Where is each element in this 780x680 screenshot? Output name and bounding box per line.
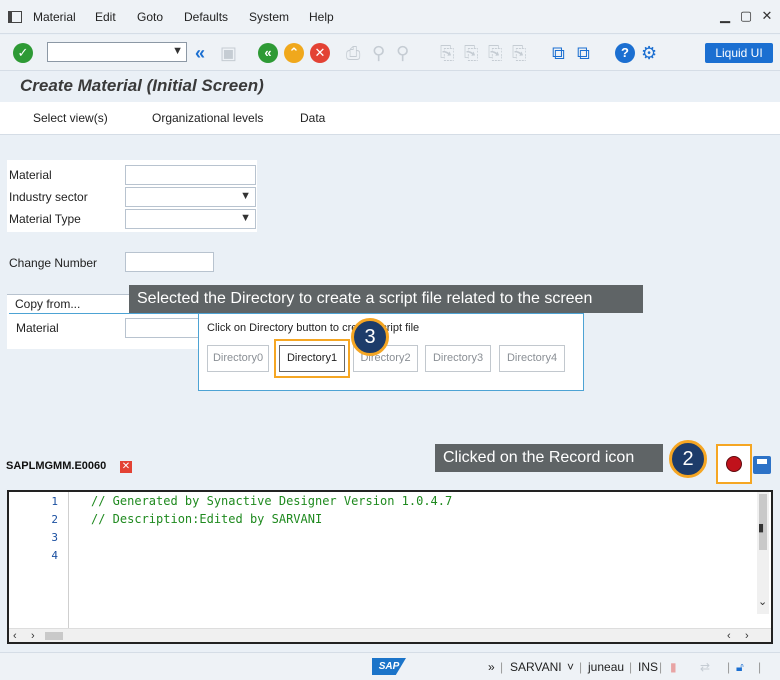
chevron-down-icon: ▼ bbox=[172, 45, 183, 57]
line-number: 1 bbox=[51, 495, 58, 508]
copy-material-input[interactable] bbox=[125, 318, 200, 338]
organizational-levels-button[interactable]: Organizational levels bbox=[152, 111, 263, 125]
material-type-label: Material Type bbox=[9, 212, 81, 226]
material-label: Material bbox=[9, 168, 52, 182]
page-title: Create Material (Initial Screen) bbox=[20, 76, 264, 95]
chevron-right-icon[interactable]: › bbox=[745, 630, 749, 642]
sap-logo: SAP bbox=[372, 658, 406, 675]
previous-page-icon: ⎘ bbox=[464, 43, 479, 63]
data-button[interactable]: Data bbox=[300, 111, 325, 125]
chevron-right-icon[interactable]: › bbox=[31, 630, 35, 642]
unlock-icon[interactable]: 🔓︎ bbox=[736, 660, 744, 675]
chevron-double-right-icon[interactable]: » bbox=[488, 660, 495, 674]
directory4-button[interactable]: Directory4 bbox=[499, 345, 565, 372]
scroll-handle-icon: ▮ bbox=[758, 522, 765, 534]
settings-icon[interactable]: ⚙ bbox=[641, 42, 657, 64]
change-number-label: Change Number bbox=[9, 256, 98, 270]
status-mode: INS bbox=[638, 660, 659, 674]
vertical-scrollbar[interactable]: ▮ ⌄ bbox=[757, 492, 769, 614]
menu-edit[interactable]: Edit bbox=[95, 10, 116, 24]
script-file-tab[interactable]: SAPLMGMM.E0060 bbox=[6, 460, 106, 472]
menu-defaults[interactable]: Defaults bbox=[184, 10, 228, 24]
application-toolbar: Select view(s) Organizational levels Dat… bbox=[0, 102, 780, 135]
directory3-button[interactable]: Directory3 bbox=[425, 345, 491, 372]
chevron-down-icon: ▼ bbox=[240, 190, 251, 202]
directory-popup: Click on Directory button to create scri… bbox=[198, 313, 584, 391]
chevron-left-icon[interactable]: ‹ bbox=[727, 630, 731, 642]
new-session-icon[interactable]: ⧉ bbox=[552, 42, 565, 64]
chevron-left-icon[interactable]: ‹ bbox=[13, 630, 17, 642]
menu-system[interactable]: System bbox=[249, 10, 289, 24]
script-tab-bar: SAPLMGMM.E0060 ✕ bbox=[0, 454, 780, 484]
code-line[interactable]: // Description:Edited by SARVANI bbox=[91, 512, 322, 526]
find-icon: ⚲ bbox=[372, 43, 386, 63]
status-divider: | bbox=[727, 660, 731, 674]
directory0-button[interactable]: Directory0 bbox=[207, 345, 269, 372]
line-number: 3 bbox=[51, 531, 58, 544]
back-icon[interactable]: « bbox=[258, 43, 278, 63]
system-message-icon: ▮ bbox=[670, 660, 677, 674]
status-divider: | bbox=[758, 660, 762, 674]
status-bar: SAP » | SARVANI ˅ | juneau | INS | ▮ ⇄ |… bbox=[0, 652, 780, 680]
menu-material[interactable]: Material bbox=[33, 10, 76, 24]
directory-annotation: Selected the Directory to create a scrip… bbox=[129, 285, 643, 313]
industry-sector-select[interactable]: ▼ bbox=[125, 187, 256, 207]
back-double-icon[interactable]: « bbox=[195, 42, 205, 64]
line-number: 4 bbox=[51, 549, 58, 562]
shortcut-icon[interactable]: ⧉ bbox=[577, 42, 590, 64]
record-annotation: Clicked on the Record icon bbox=[435, 444, 663, 472]
close-window-icon[interactable]: ✕ bbox=[760, 9, 774, 23]
command-field[interactable]: ▼ bbox=[47, 42, 187, 62]
select-views-button[interactable]: Select view(s) bbox=[33, 111, 108, 125]
app-menu-icon[interactable] bbox=[8, 11, 22, 23]
copy-material-label: Material bbox=[16, 321, 59, 335]
copy-from-label: Copy from... bbox=[15, 297, 81, 311]
chevron-down-icon[interactable]: ˅ bbox=[567, 660, 574, 674]
script-editor[interactable]: 1 2 3 4 // Generated by Synactive Design… bbox=[7, 490, 773, 644]
standard-toolbar: ✓ ▼ « ▣ « ⌃ ✕ ⎙ ⚲ ⚲ ⎘ ⎘ ⎘ ⎘ ⧉ ⧉ ? ⚙ Liqu… bbox=[0, 35, 780, 71]
find-next-icon: ⚲ bbox=[396, 43, 410, 63]
status-divider: | bbox=[659, 660, 663, 674]
minimize-icon[interactable]: ▁ bbox=[718, 9, 732, 23]
liquid-ui-button[interactable]: Liquid UI bbox=[705, 43, 773, 63]
step-3-badge: 3 bbox=[351, 318, 389, 356]
check-icon[interactable]: ✓ bbox=[13, 43, 33, 63]
maximize-icon[interactable]: ▢ bbox=[739, 9, 753, 23]
save-icon: ▣ bbox=[220, 43, 238, 63]
menu-goto[interactable]: Goto bbox=[137, 10, 163, 24]
directory1-highlight bbox=[274, 339, 350, 378]
line-number-gutter: 1 2 3 4 bbox=[9, 492, 69, 630]
line-number: 2 bbox=[51, 513, 58, 526]
status-divider: | bbox=[629, 660, 633, 674]
print-icon: ⎙ bbox=[346, 43, 361, 63]
help-icon[interactable]: ? bbox=[615, 43, 635, 63]
status-divider: | bbox=[500, 660, 504, 674]
change-number-input[interactable] bbox=[125, 252, 214, 272]
next-page-icon: ⎘ bbox=[488, 43, 503, 63]
close-tab-icon[interactable]: ✕ bbox=[120, 461, 132, 473]
material-input[interactable] bbox=[125, 165, 256, 185]
last-page-icon: ⎘ bbox=[512, 43, 527, 63]
status-divider: | bbox=[579, 660, 583, 674]
chevron-down-icon[interactable]: ⌄ bbox=[758, 596, 767, 608]
menu-help[interactable]: Help bbox=[309, 10, 334, 24]
first-page-icon: ⎘ bbox=[440, 43, 455, 63]
horizontal-scrollbar[interactable]: ‹ › ‹ › bbox=[9, 628, 771, 642]
cancel-icon[interactable]: ✕ bbox=[310, 43, 330, 63]
copy-from-divider bbox=[9, 313, 199, 314]
status-client: juneau bbox=[588, 660, 625, 674]
code-line[interactable]: // Generated by Synactive Designer Versi… bbox=[91, 494, 452, 508]
menu-bar: Material Edit Goto Defaults System Help … bbox=[0, 0, 780, 34]
scroll-thumb[interactable] bbox=[45, 632, 63, 640]
step-2-badge: 2 bbox=[669, 440, 707, 478]
save-script-icon[interactable] bbox=[753, 456, 771, 474]
refresh-icon: ⇄ bbox=[700, 660, 711, 674]
record-icon[interactable] bbox=[726, 456, 742, 472]
chevron-down-icon: ▼ bbox=[240, 212, 251, 224]
industry-sector-label: Industry sector bbox=[9, 190, 88, 204]
material-type-select[interactable]: ▼ bbox=[125, 209, 256, 229]
exit-icon[interactable]: ⌃ bbox=[284, 43, 304, 63]
status-user[interactable]: SARVANI bbox=[510, 660, 562, 674]
